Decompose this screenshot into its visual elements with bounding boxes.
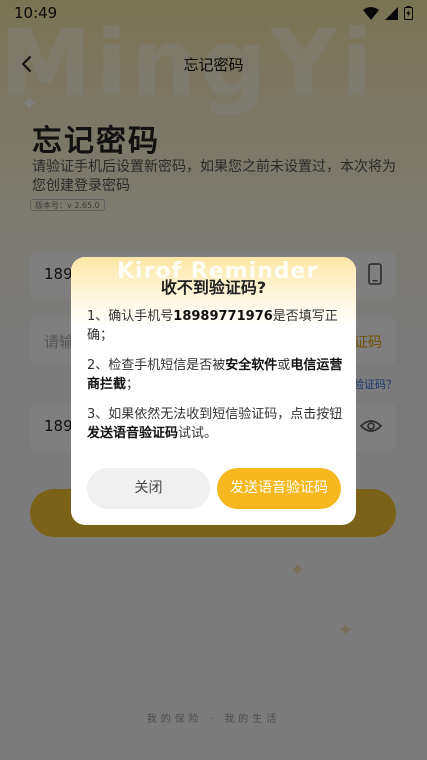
no-code-dialog: Kirof Reminder 收不到验证码? 1、确认手机号1898977197… xyxy=(71,257,356,525)
close-button[interactable]: 关闭 xyxy=(87,468,210,509)
send-voice-code-button[interactable]: 发送语音验证码 xyxy=(217,468,341,509)
dialog-title: 收不到验证码? xyxy=(160,278,267,297)
tip-item-1: 1、确认手机号18989771976是否填写正确； xyxy=(87,309,338,343)
dialog-body: 1、确认手机号18989771976是否填写正确； 2、检查手机短信是否被安全软… xyxy=(87,307,343,454)
tip-item-2: 2、检查手机短信是否被安全软件或电信运营商拦截； xyxy=(87,358,343,392)
tip-item-3: 3、如果依然无法收到短信验证码，点击按钮发送语音验证码试试。 xyxy=(87,407,343,441)
